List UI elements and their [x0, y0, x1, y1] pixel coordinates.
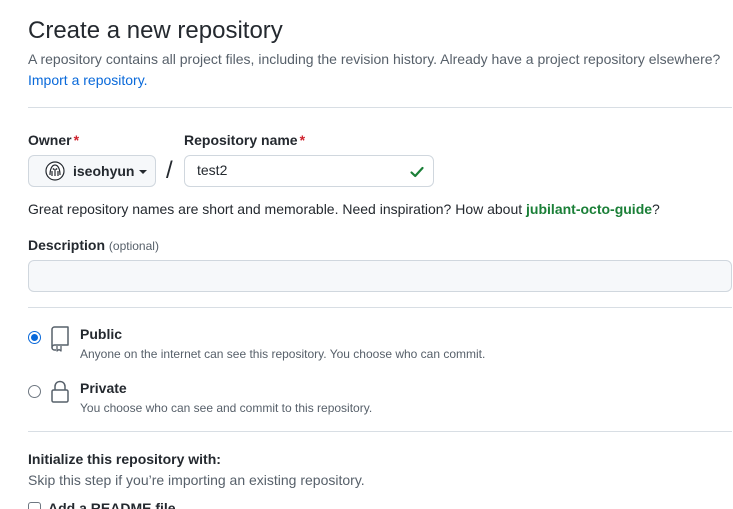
name-hint: Great repository names are short and mem… — [28, 199, 660, 219]
name-hint-suffix: ? — [652, 201, 660, 217]
import-repository-link[interactable]: Import a repository. — [28, 70, 148, 90]
page-title: Create a new repository — [28, 17, 283, 44]
required-mark: * — [299, 132, 306, 148]
private-radio[interactable] — [28, 385, 41, 398]
public-radio[interactable] — [28, 331, 41, 344]
owner-avatar-icon — [45, 161, 65, 181]
description-label: Description (optional) — [28, 235, 159, 256]
owner-repo-separator: / — [166, 157, 173, 184]
owner-dropdown-button[interactable]: iseohyun — [28, 155, 156, 187]
name-hint-text: Great repository names are short and mem… — [28, 201, 527, 217]
repository-name-field — [184, 155, 434, 187]
owner-label: Owner * — [28, 130, 79, 150]
description-label-text: Description — [28, 237, 106, 253]
lock-icon — [50, 380, 70, 404]
repository-name-input[interactable] — [197, 162, 387, 178]
name-suggestion-link[interactable]: jubilant-octo-guide — [526, 201, 652, 217]
private-title: Private — [80, 380, 127, 396]
repository-name-label-text: Repository name — [184, 132, 298, 148]
required-mark: * — [73, 132, 80, 148]
repo-icon — [50, 326, 70, 352]
optional-note: (optional) — [108, 239, 159, 253]
public-title: Public — [80, 326, 123, 342]
divider — [28, 431, 732, 432]
new-repository-page: Create a new repository A repository con… — [0, 0, 733, 509]
public-description: Anyone on the internet can see this repo… — [80, 347, 486, 361]
readme-checkbox[interactable] — [28, 502, 41, 509]
chevron-down-icon — [139, 170, 148, 174]
owner-name: iseohyun — [73, 163, 135, 179]
divider — [28, 107, 732, 108]
private-description: You choose who can see and commit to thi… — [80, 401, 373, 415]
initialize-title: Initialize this repository with: — [28, 451, 221, 467]
repository-name-label: Repository name * — [184, 130, 305, 150]
owner-label-text: Owner — [28, 132, 72, 148]
divider — [28, 307, 732, 308]
initialize-subtitle: Skip this step if you’re importing an ex… — [28, 472, 365, 488]
readme-label: Add a README file — [48, 500, 176, 509]
description-input[interactable] — [28, 260, 732, 292]
check-icon — [409, 164, 425, 180]
page-subtitle: A repository contains all project files,… — [28, 51, 721, 67]
